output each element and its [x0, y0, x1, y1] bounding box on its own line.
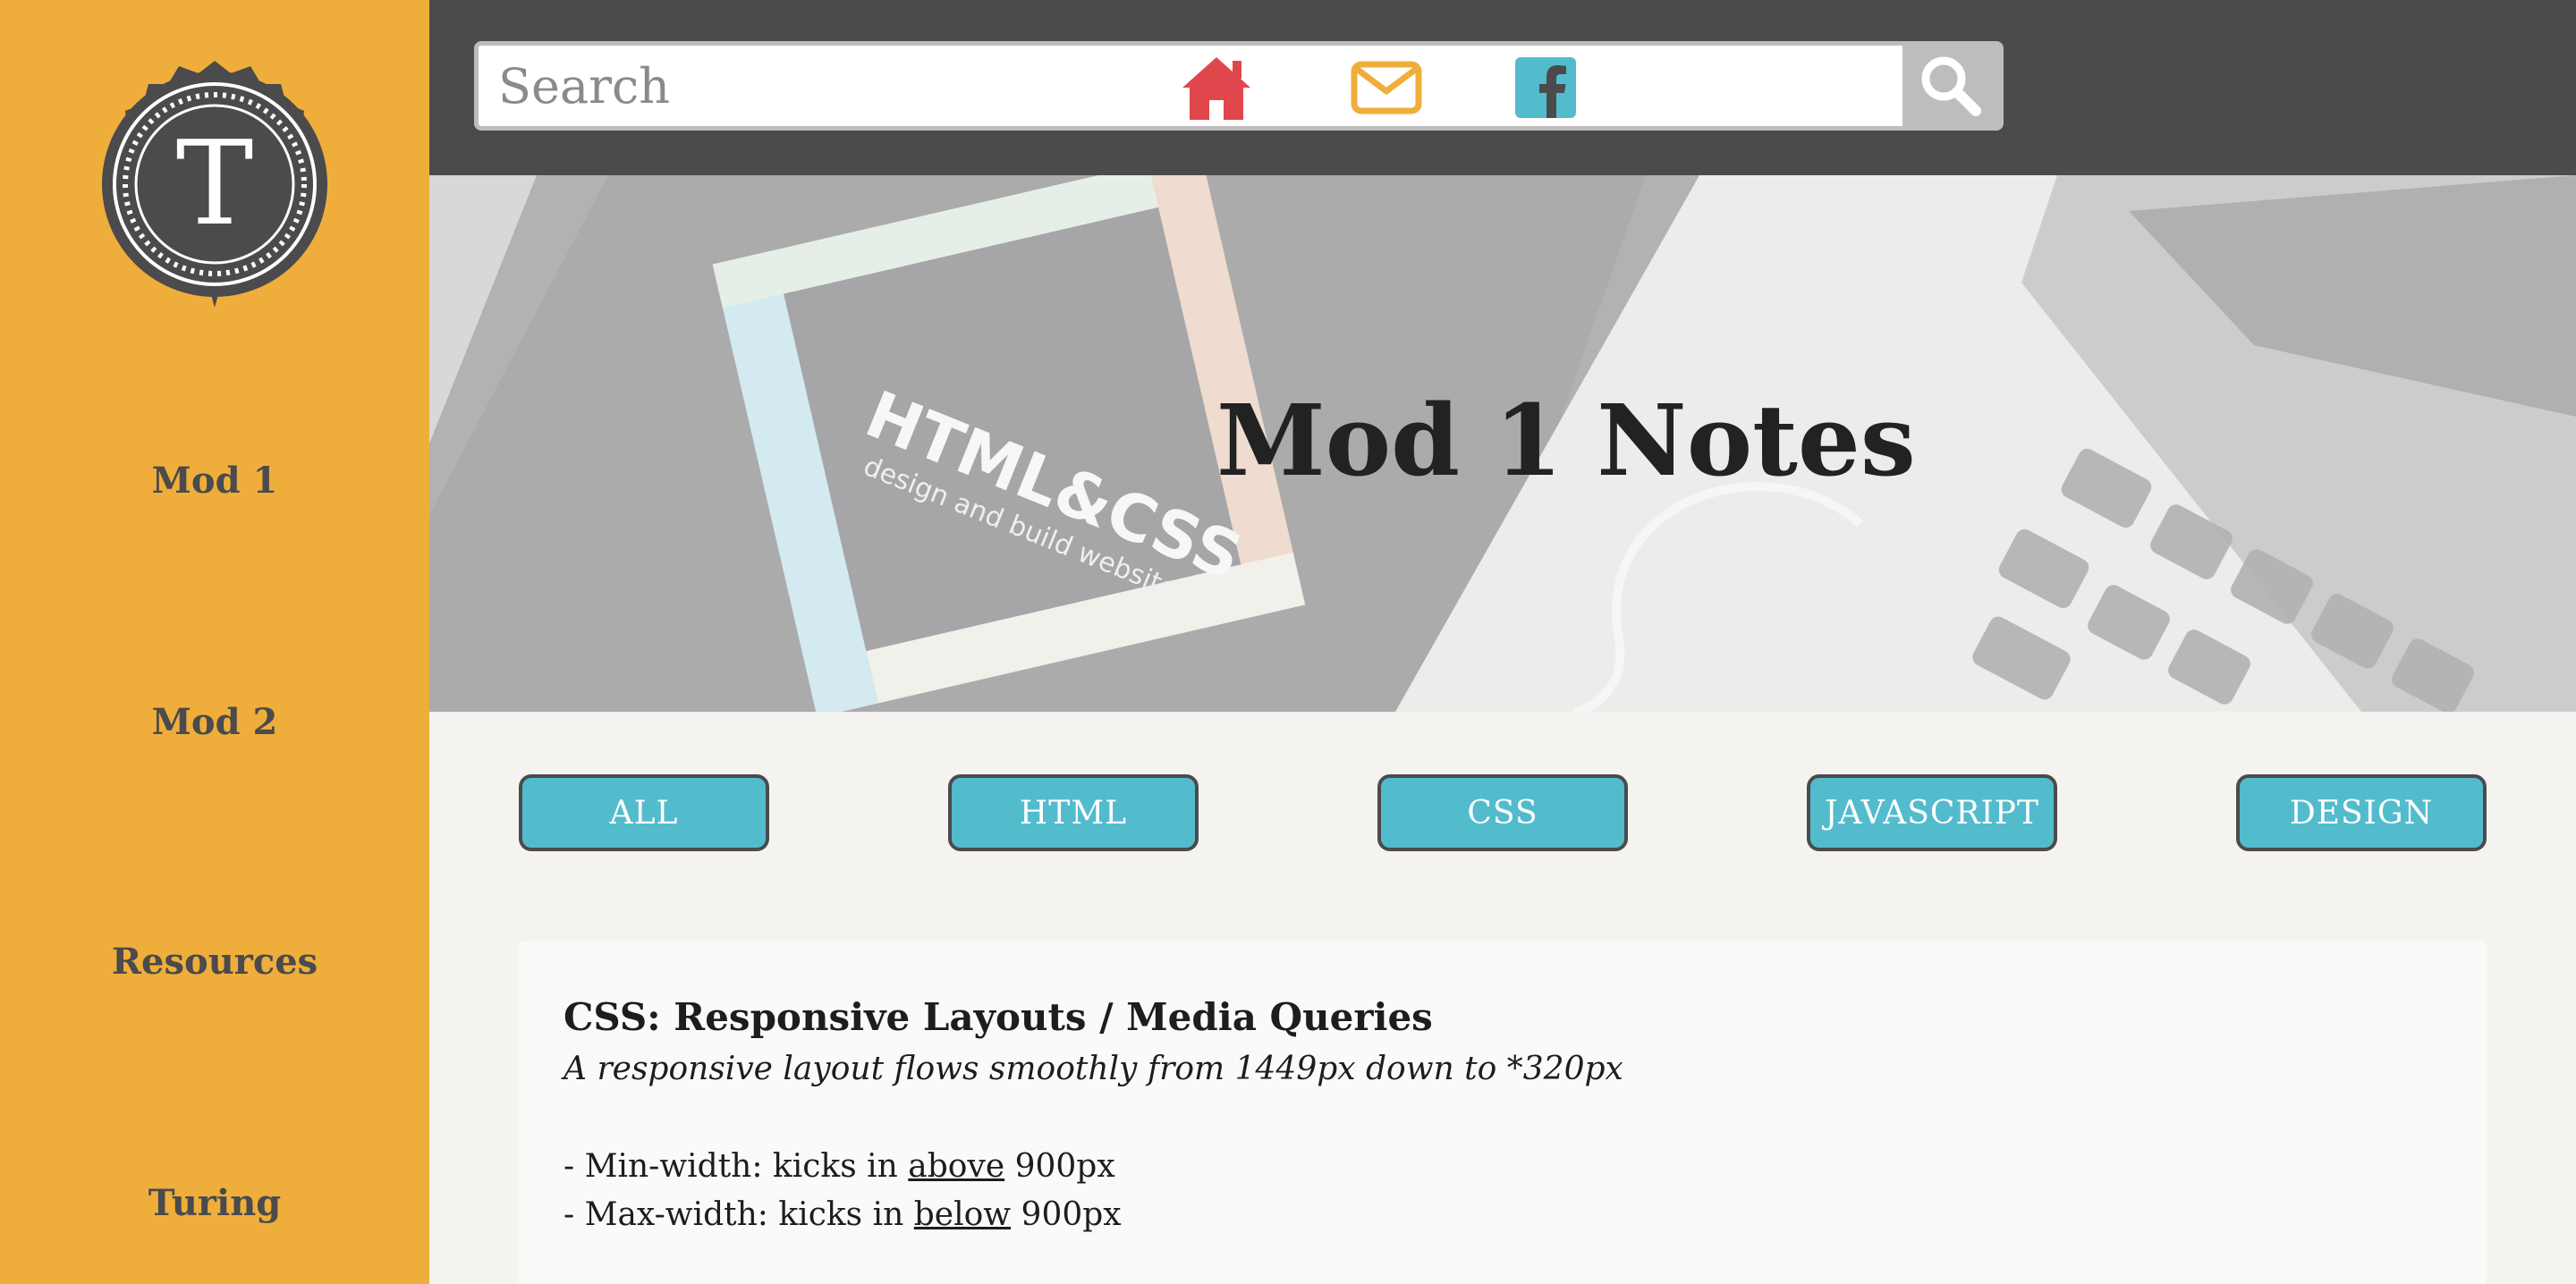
- filter-html-button[interactable]: HTML: [948, 774, 1199, 851]
- note-line-prefix: - Min-width: kicks in: [564, 1148, 909, 1185]
- hero-banner: HTML&CSS design and build websites Mod 1…: [429, 175, 2576, 712]
- note-card: CSS: Responsive Layouts / Media Queries …: [519, 941, 2487, 1284]
- turing-logo[interactable]: T: [88, 57, 342, 311]
- filter-all-button[interactable]: ALL: [519, 774, 769, 851]
- sidebar-item-mod2[interactable]: Mod 2: [0, 701, 429, 743]
- filter-css-button[interactable]: CSS: [1377, 774, 1628, 851]
- mail-icon: [1351, 61, 1422, 114]
- note-subtitle: A responsive layout flows smoothly from …: [564, 1051, 1623, 1087]
- note-line-suffix: 900px: [1011, 1196, 1122, 1233]
- page-title: Mod 1 Notes: [1216, 383, 1916, 498]
- facebook-button[interactable]: [1508, 50, 1583, 125]
- mail-button[interactable]: [1349, 50, 1424, 125]
- note-line-suffix: 900px: [1004, 1148, 1115, 1185]
- filter-javascript-button[interactable]: JAVASCRIPT: [1807, 774, 2057, 851]
- home-button[interactable]: [1179, 50, 1254, 125]
- logo-letter: T: [176, 115, 254, 251]
- note-line: - Max-width: kicks in below 900px: [564, 1191, 2442, 1239]
- sidebar: T Mod 1 Mod 2 Resources Turing: [0, 0, 429, 1284]
- filter-design-button[interactable]: DESIGN: [2236, 774, 2487, 851]
- note-line-prefix: - Max-width: kicks in: [564, 1196, 914, 1233]
- sidebar-item-mod1[interactable]: Mod 1: [0, 460, 429, 502]
- sidebar-item-resources[interactable]: Resources: [0, 941, 429, 983]
- note-line: - Min-width: kicks in above 900px: [564, 1143, 2442, 1191]
- facebook-icon: [1515, 57, 1576, 118]
- search-icon: [1921, 56, 1981, 116]
- sidebar-item-turing[interactable]: Turing: [0, 1182, 429, 1224]
- search-button[interactable]: [1902, 46, 1999, 126]
- home-icon: [1182, 57, 1250, 120]
- note-line-emphasis: below: [913, 1196, 1012, 1233]
- note-line-emphasis: above: [908, 1148, 1005, 1185]
- note-title: CSS: Responsive Layouts / Media Queries: [564, 995, 1433, 1039]
- top-bar: [429, 0, 2576, 175]
